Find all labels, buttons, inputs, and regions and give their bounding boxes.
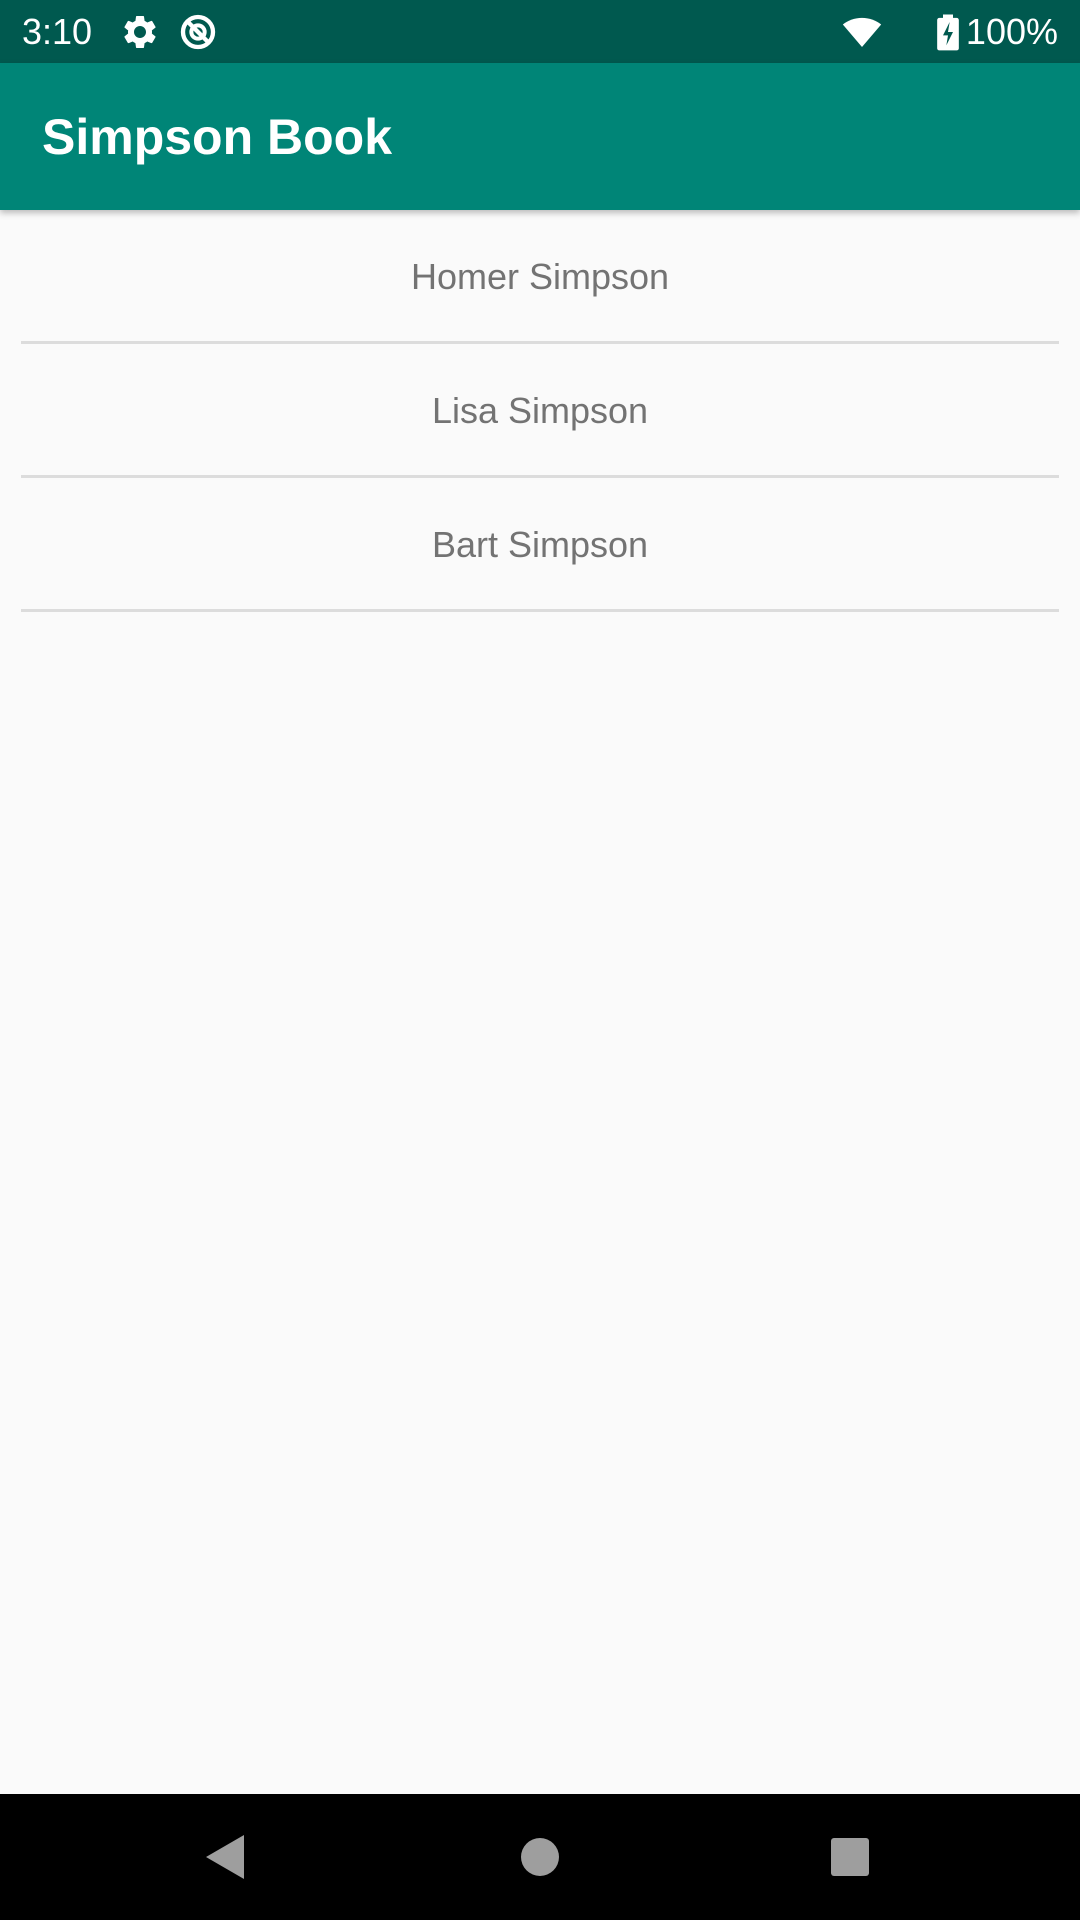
screen: 3:10 100% Simpson Book Homer Simpson Lis… [0,0,1080,1920]
list-item-label: Homer Simpson [410,256,670,297]
list-item[interactable]: Homer Simpson [0,210,1080,344]
recents-icon[interactable] [820,1827,880,1887]
home-icon[interactable] [510,1827,570,1887]
status-time: 3:10 [22,11,93,52]
list-item[interactable]: Lisa Simpson [0,344,1080,478]
status-bar: 3:10 100% [0,0,1080,63]
character-list: Homer Simpson Lisa Simpson Bart Simpson [0,210,1080,612]
battery-charging-icon [928,12,968,52]
back-icon[interactable] [196,1827,256,1887]
list-item[interactable]: Bart Simpson [0,478,1080,612]
wifi-icon [842,12,882,52]
app-bar: Simpson Book [0,63,1080,210]
list-item-label: Lisa Simpson [431,390,649,431]
divider [21,609,1059,612]
list-item-label: Bart Simpson [431,524,649,565]
battery-percent: 100% [965,11,1058,52]
navigation-bar [0,1794,1080,1920]
settings-gear-icon [120,12,160,52]
app-title: Simpson Book [42,109,393,165]
do-not-disturb-icon [178,12,218,52]
